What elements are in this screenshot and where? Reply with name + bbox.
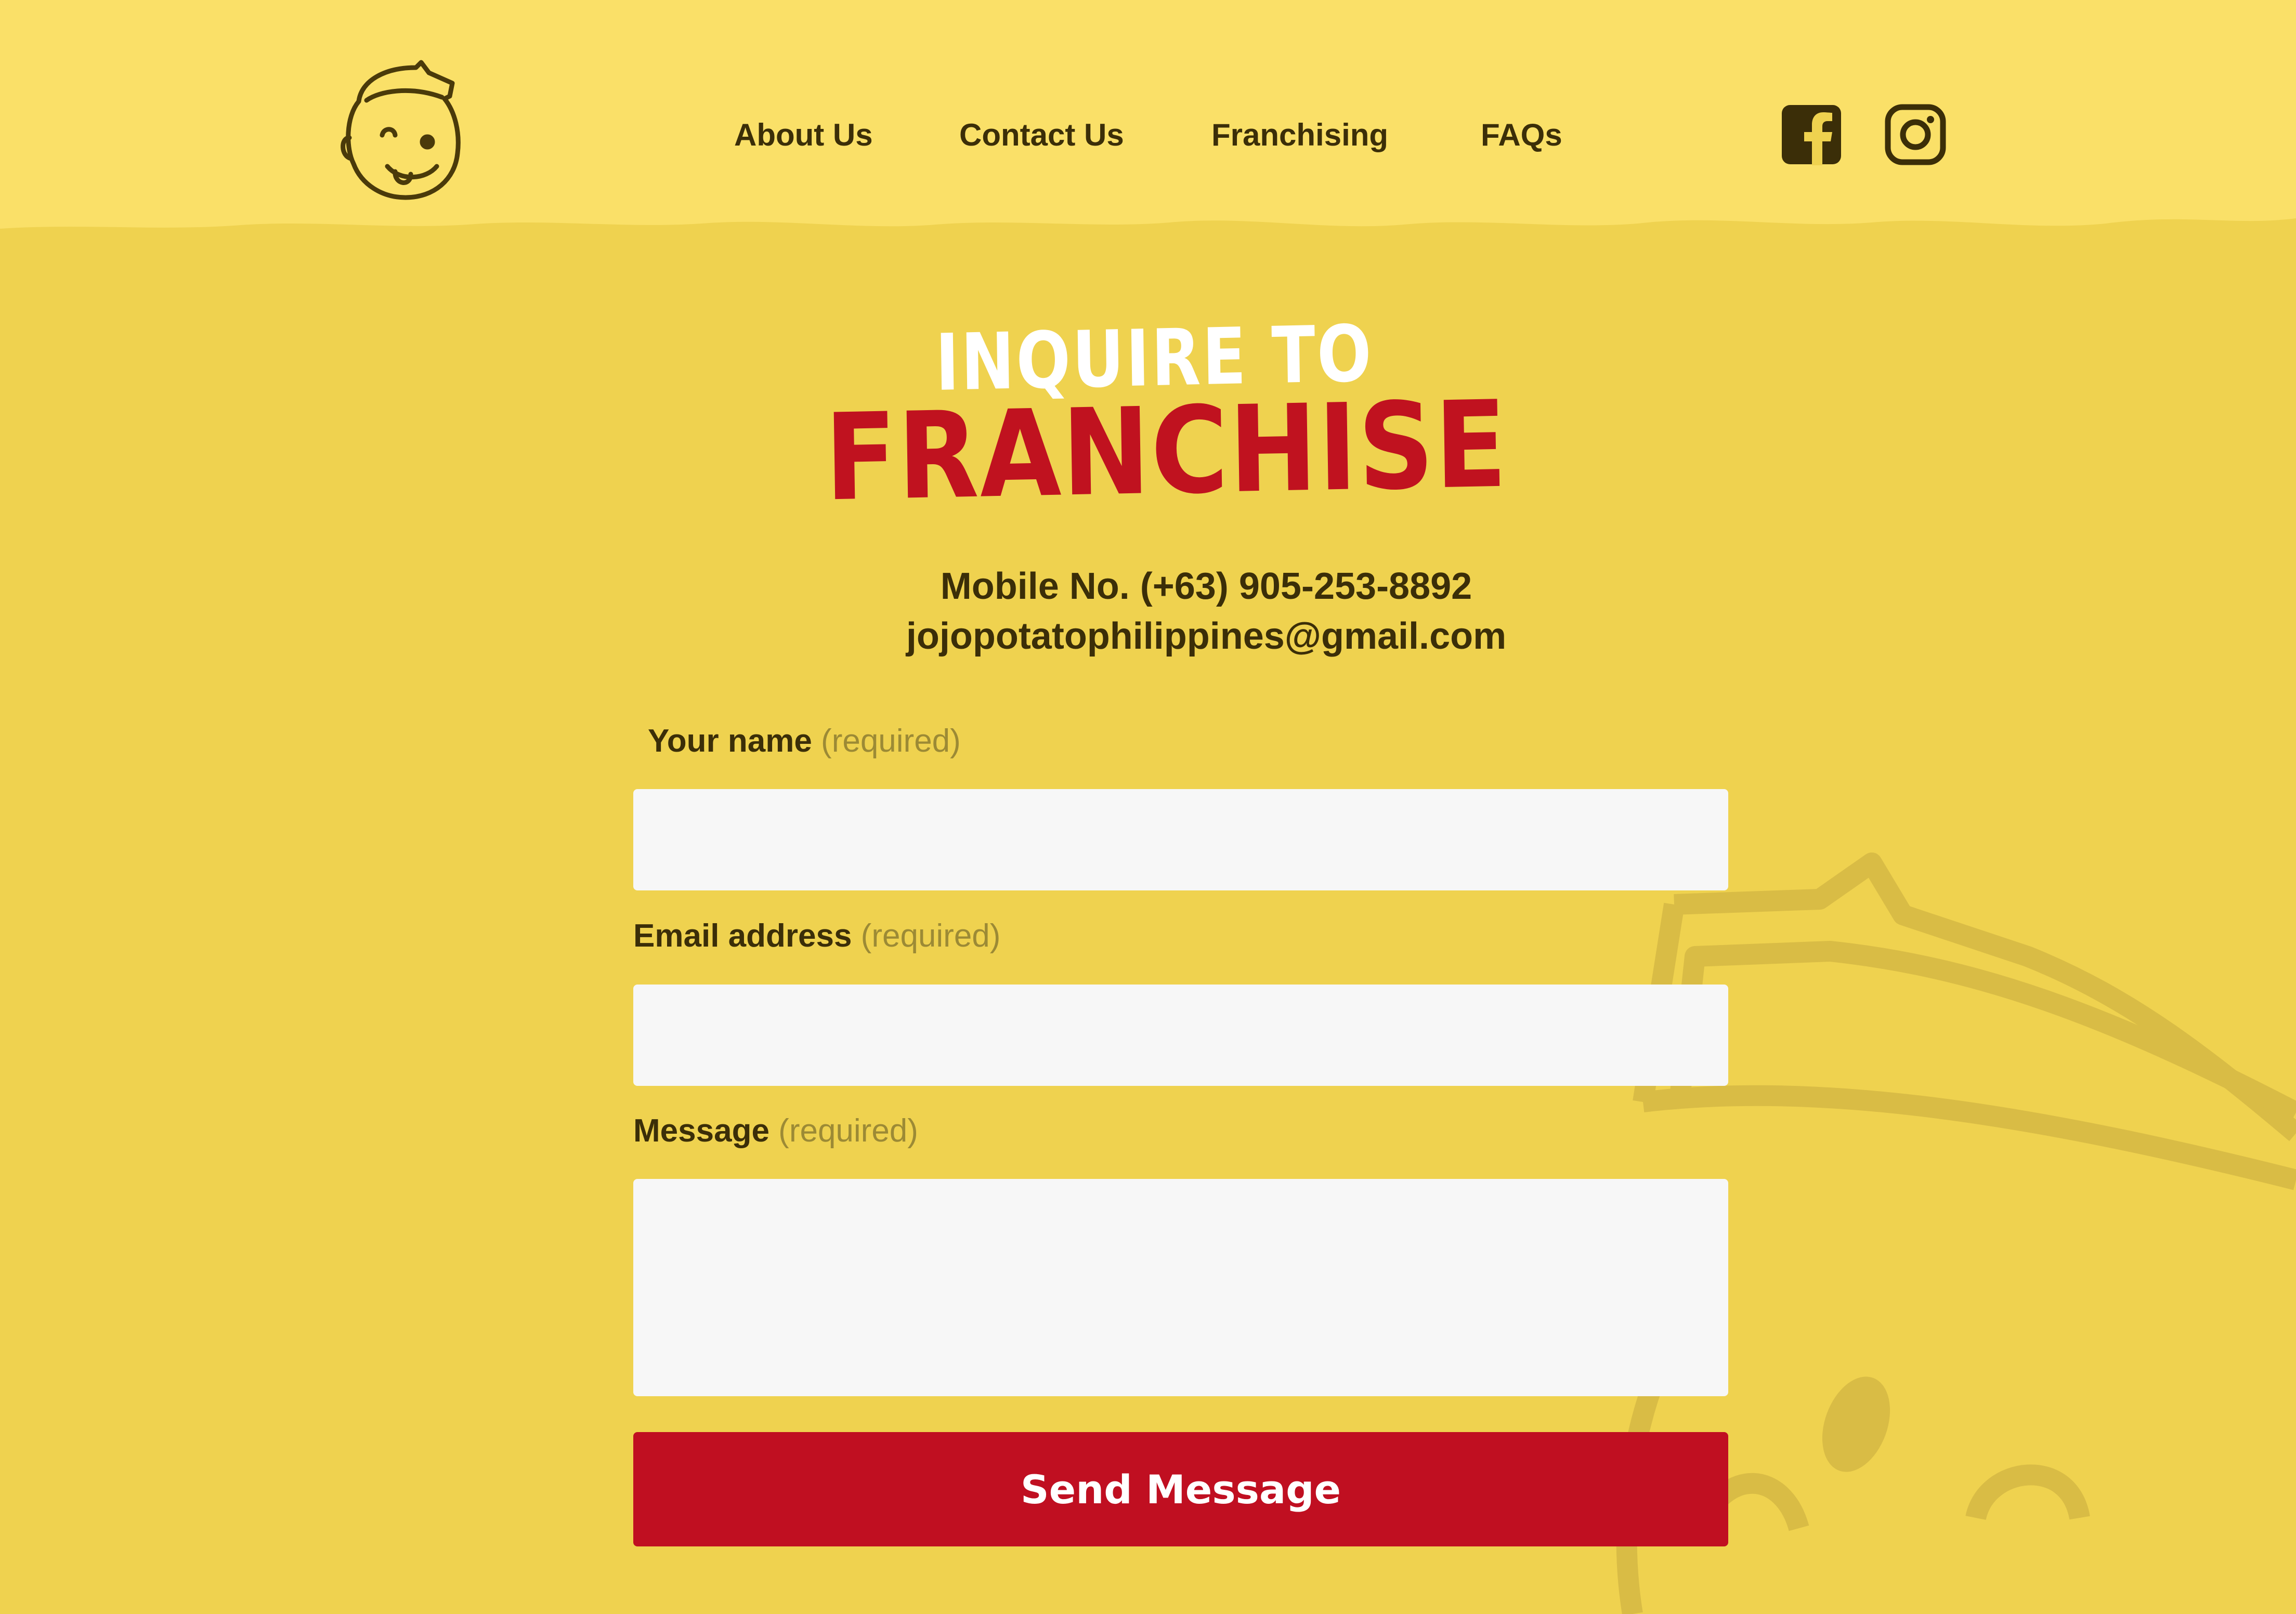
nav-faqs[interactable]: FAQs [1481,109,1562,161]
facebook-icon[interactable] [1781,104,1842,165]
message-textarea[interactable] [633,1179,1728,1396]
send-message-button[interactable]: Send Message [633,1432,1728,1546]
email-required-hint: (required) [860,918,1001,954]
message-required-hint: (required) [778,1113,918,1149]
mobile-number: Mobile No. (+63) 905-253-8892 [940,566,1472,607]
instagram-icon[interactable] [1885,104,1946,165]
name-required-hint: (required) [821,723,961,759]
contact-email: jojopotatophilippines@gmail.com [906,615,1507,657]
main-nav: About Us Contact Us Franchising FAQs [0,109,2296,161]
email-label-text: Email address [633,918,852,954]
name-label-text: Your name [648,723,812,759]
nav-franchising[interactable]: Franchising [1211,109,1388,161]
name-label: Your name (required) [648,723,961,759]
nav-about-us[interactable]: About Us [734,109,873,161]
email-input[interactable] [633,985,1728,1086]
heading-franchise: FRANCHISE [824,375,1509,528]
message-label-text: Message [633,1113,769,1149]
contact-info: Mobile No. (+63) 905-253-8892 jojopotato… [780,561,1633,661]
name-input[interactable] [633,789,1728,890]
site-header: About Us Contact Us Franchising FAQs [0,0,2296,234]
page-heading: INQUIRE TO FRANCHISE [780,309,1529,528]
email-label: Email address (required) [633,917,1000,954]
nav-contact-us[interactable]: Contact Us [959,109,1124,161]
message-label: Message (required) [633,1112,918,1149]
